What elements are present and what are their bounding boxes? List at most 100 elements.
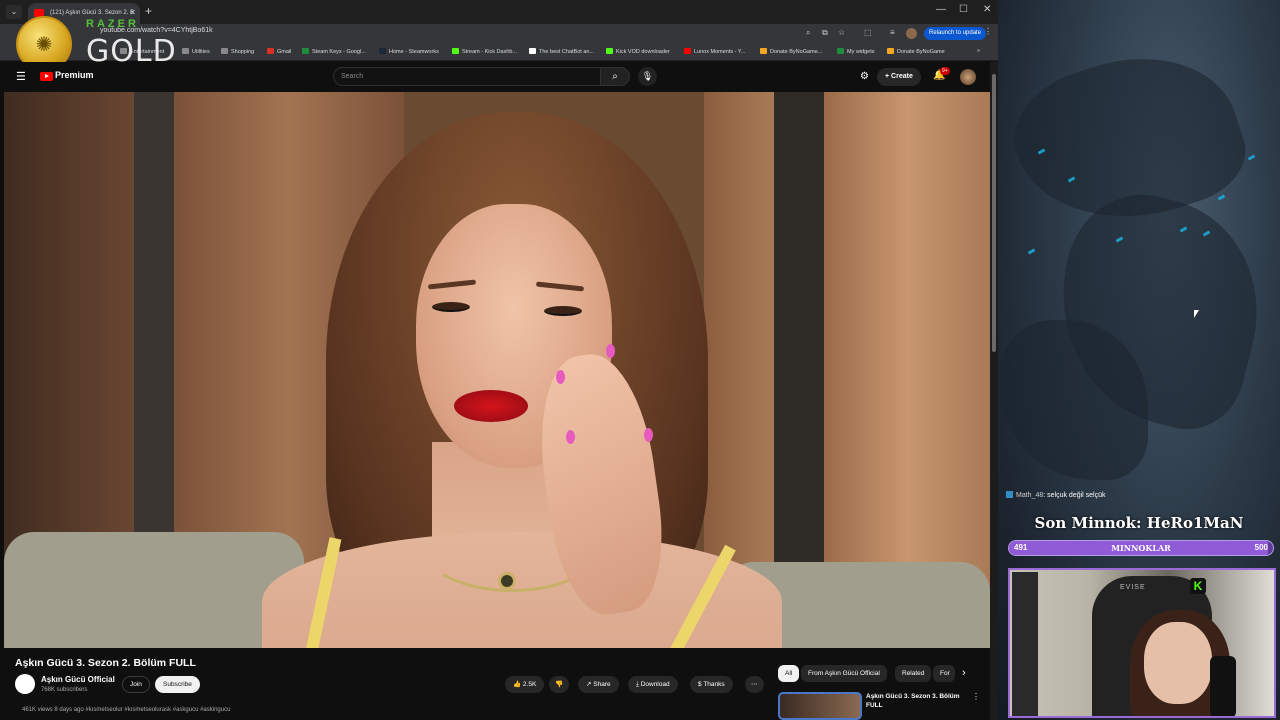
maximize-icon[interactable]: ☐ (959, 4, 968, 15)
page-scrollbar[interactable] (990, 62, 998, 720)
install-app-icon[interactable]: ⧉ (822, 28, 828, 38)
create-button[interactable]: + Create (877, 68, 921, 86)
tab-search-icon[interactable]: ⌄ (6, 5, 22, 19)
chat-text: : selçuk değil selçük (1043, 492, 1106, 499)
goal-target: 500 (1254, 543, 1268, 552)
folder-icon (221, 48, 228, 54)
pink-fingernail (566, 430, 575, 444)
bookmark-item[interactable]: My widgets (837, 48, 875, 55)
youtube-logo-icon[interactable] (40, 72, 53, 81)
screen: ⌄ (121) Aşkın Gücü 3. Sezon 2. B ✕ + — ☐… (0, 0, 1280, 720)
eye (432, 302, 470, 312)
crystal-glow (1247, 154, 1256, 161)
more-actions-button[interactable]: ⋯ (745, 676, 764, 693)
close-window-icon[interactable]: ✕ (983, 4, 991, 15)
youtube-premium-label[interactable]: Premium (55, 70, 94, 80)
search-button[interactable]: ⌕ (600, 67, 630, 86)
streamer-webcam: EVISE K (1008, 568, 1276, 718)
channel-subscribers: 768K subscribers (41, 687, 88, 693)
microphone (1210, 656, 1236, 716)
cast-icon[interactable]: ⚙ (860, 71, 869, 82)
last-subscriber-label: Son Minnok: HeRo1MaN (1034, 514, 1244, 532)
download-button[interactable]: ⤓ Download (628, 676, 678, 693)
voice-search-button[interactable]: 🎙 (638, 67, 657, 86)
thumbs-down-icon: 👎 (555, 681, 564, 688)
thumbs-up-icon: 👍 (513, 681, 523, 688)
bynogame-icon (760, 48, 767, 54)
chip-related[interactable]: Related (895, 665, 932, 682)
join-button[interactable]: Join (122, 676, 150, 693)
bookmark-item[interactable]: Gmail (267, 48, 291, 55)
tab-media-icon[interactable]: ≡ (890, 28, 895, 37)
dislike-button[interactable]: 👎 (549, 676, 570, 693)
steam-icon (379, 48, 386, 54)
bookmark-item[interactable]: Donate ByNoGame (887, 48, 945, 55)
gmail-icon (267, 48, 274, 54)
bookmark-item[interactable]: Stream - Kick Dashb... (452, 48, 517, 55)
youtube-icon (684, 48, 691, 54)
video-player[interactable] (4, 92, 990, 648)
chip-all[interactable]: All (778, 665, 800, 682)
chip-for-you[interactable]: For (933, 665, 955, 682)
recommendation-menu-icon[interactable]: ⋮ (972, 692, 980, 701)
bookmark-item[interactable]: Shopping (221, 48, 254, 55)
video-title: Aşkın Gücü 3. Sezon 2. Bölüm FULL (15, 657, 196, 669)
bookmark-item[interactable]: The best ChatBot an... (529, 48, 594, 55)
like-button[interactable]: 👍 2.5K (505, 676, 545, 693)
mouse-cursor-icon (1194, 310, 1199, 318)
recommended-video-title[interactable]: Aşkın Gücü 3. Sezon 3. Bölüm FULL (866, 692, 960, 710)
bookmark-item[interactable]: Home - Steamworks (379, 48, 439, 55)
goal-current: 491 (1014, 543, 1028, 552)
subscriber-goal-bar: MINNOKLAR 491 500 (1008, 540, 1274, 556)
bookmark-item[interactable]: Utilities (182, 48, 210, 55)
search-input[interactable]: Search (333, 67, 601, 86)
chat-username: Math_48 (1016, 492, 1044, 499)
stream-overlay-panel: Math_48: selçuk değil selçük Son Minnok:… (998, 0, 1280, 720)
browser-menu-icon[interactable]: ⋮ (984, 27, 992, 36)
more-horizontal-icon: ⋯ (751, 681, 758, 688)
relaunch-button[interactable]: Relaunch to update (924, 27, 987, 40)
webcam-shelf (1012, 572, 1038, 716)
new-tab-icon[interactable]: + (145, 4, 152, 18)
extensions-icon[interactable]: ⬚ (864, 28, 872, 37)
channel-name[interactable]: Aşkın Gücü Official (41, 675, 115, 684)
tab-bar: ⌄ (121) Aşkın Gücü 3. Sezon 2. B ✕ + — ☐… (0, 0, 998, 24)
browser-window: ⌄ (121) Aşkın Gücü 3. Sezon 2. B ✕ + — ☐… (0, 0, 998, 720)
share-button[interactable]: ↗ Share (578, 676, 619, 693)
recommended-video-thumbnail[interactable] (778, 692, 862, 720)
hamburger-menu-icon[interactable]: ☰ (16, 70, 26, 83)
bookmark-item[interactable]: Kick VOD downloader (606, 48, 670, 55)
sofa (4, 532, 304, 648)
bookmark-star-icon[interactable]: ☆ (838, 28, 845, 37)
chevron-right-icon[interactable]: › (962, 667, 966, 679)
more-bookmarks-icon[interactable]: » (977, 48, 980, 54)
profile-avatar[interactable] (906, 28, 917, 39)
channel-avatar[interactable] (15, 674, 35, 694)
search-icon: ⌕ (612, 71, 618, 82)
subscribe-button[interactable]: Subscribe (155, 676, 200, 693)
video-meta: 461K views 8 days ago #kısmetseolur #kıs… (22, 707, 231, 713)
razer-brand-text: RAZER (86, 18, 139, 30)
chat-message: Math_48: selçuk değil selçük (1006, 491, 1106, 499)
bookmark-item[interactable]: Lunox Moments - Y... (684, 48, 745, 55)
account-avatar[interactable] (960, 69, 976, 85)
streamer-face (1144, 622, 1212, 704)
sheets-icon (302, 48, 309, 54)
pink-fingernail (644, 428, 653, 442)
goal-label: MINNOKLAR (1111, 543, 1171, 553)
scrollbar-thumb[interactable] (992, 74, 996, 352)
thanks-button[interactable]: $ Thanks (690, 676, 733, 693)
bookmark-item[interactable]: Donate ByNoGame... (760, 48, 822, 55)
chair-brand-text: EVISE (1120, 584, 1146, 591)
youtube-header: ☰ Premium Search ⌕ 🎙 ⚙ + Create 🔔 9+ (0, 62, 990, 92)
necklace-pendant (498, 572, 516, 590)
bookmark-item[interactable]: Steam Keys - Googl... (302, 48, 366, 55)
sheets-icon (837, 48, 844, 54)
chatbot-icon (529, 48, 536, 54)
microphone-icon: 🎙 (641, 71, 654, 81)
zoom-icon[interactable]: ⌕ (806, 28, 810, 38)
minimize-icon[interactable]: — (936, 4, 946, 15)
bynogame-icon (887, 48, 894, 54)
kick-icon (452, 48, 459, 54)
chip-from-channel[interactable]: From Aşkın Gücü Official (801, 665, 887, 682)
